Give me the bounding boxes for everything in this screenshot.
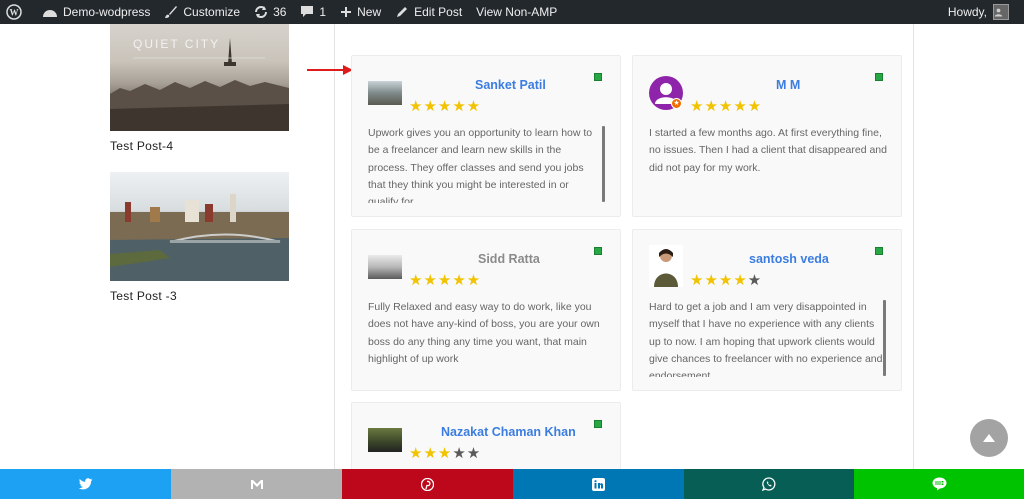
star-icon: ★★★★★ bbox=[690, 98, 763, 115]
brush-icon bbox=[165, 6, 178, 18]
reviewer-avatar bbox=[368, 81, 402, 105]
rating-stars: ★★★★★ bbox=[409, 446, 481, 461]
person-photo-icon bbox=[654, 249, 678, 287]
verified-badge-icon bbox=[594, 420, 602, 428]
customize-link[interactable]: Customize bbox=[157, 0, 247, 24]
whatsapp-icon bbox=[762, 477, 776, 491]
post-title[interactable]: Test Post-4 bbox=[110, 139, 290, 153]
verified-badge-icon bbox=[594, 73, 602, 81]
howdy-label: Howdy, bbox=[947, 5, 987, 19]
review-scrollbar[interactable] bbox=[602, 126, 605, 202]
share-email-button[interactable] bbox=[171, 469, 342, 499]
updates-count: 36 bbox=[273, 5, 287, 19]
share-pinterest-button[interactable] bbox=[342, 469, 513, 499]
line-icon bbox=[932, 477, 946, 491]
share-whatsapp-button[interactable] bbox=[684, 469, 854, 499]
plus-icon bbox=[341, 7, 352, 17]
arrow-up-icon bbox=[983, 434, 995, 442]
rating-stars: ★★★★★ bbox=[690, 273, 762, 288]
star-empty-icon: ★ bbox=[747, 272, 763, 289]
svg-text:W: W bbox=[10, 8, 19, 18]
comments-count: 1 bbox=[319, 5, 327, 19]
share-twitter-button[interactable] bbox=[0, 469, 171, 499]
user-avatar bbox=[993, 4, 1009, 20]
river-city-image bbox=[110, 194, 289, 281]
pencil-icon bbox=[397, 7, 408, 17]
wordpress-icon: W bbox=[6, 4, 22, 20]
review-text: Hard to get a job and I am very disappoi… bbox=[649, 301, 883, 377]
reviewer-name[interactable]: Sidd Ratta bbox=[478, 252, 540, 266]
reviewer-avatar: ★ bbox=[649, 76, 683, 110]
review-scrollbar[interactable] bbox=[883, 300, 886, 376]
verified-badge-icon bbox=[875, 73, 883, 81]
updates-link[interactable]: 36 bbox=[247, 0, 293, 24]
rating-stars: ★★★★★ bbox=[409, 99, 481, 114]
new-label: New bbox=[357, 5, 382, 19]
view-non-amp-label: View Non-AMP bbox=[476, 5, 558, 19]
star-empty-icon: ★★ bbox=[452, 445, 482, 462]
star-icon: ★★★★★ bbox=[409, 98, 482, 115]
share-line-button[interactable] bbox=[854, 469, 1024, 499]
column-divider bbox=[334, 24, 335, 469]
review-text: Fully Relaxed and easy way to do work, l… bbox=[368, 301, 600, 365]
social-share-bar bbox=[0, 469, 1024, 499]
thumb-watermark: QUIET CITY bbox=[133, 37, 221, 51]
share-linkedin-button[interactable] bbox=[513, 469, 684, 499]
star-icon: ★★★★★ bbox=[409, 272, 482, 289]
reviewer-name[interactable]: santosh veda bbox=[749, 252, 829, 266]
reviewer-name[interactable]: Sanket Patil bbox=[475, 78, 546, 92]
review-card: Sanket Patil ★★★★★ Upwork gives you an o… bbox=[351, 55, 621, 217]
view-non-amp-link[interactable]: View Non-AMP bbox=[469, 0, 564, 24]
my-account-link[interactable]: Howdy, bbox=[941, 0, 1024, 24]
back-to-top-button[interactable] bbox=[970, 419, 1008, 457]
email-icon bbox=[250, 479, 263, 489]
rating-stars: ★★★★★ bbox=[409, 273, 481, 288]
star-badge-icon: ★ bbox=[671, 98, 682, 109]
post-title[interactable]: Test Post -3 bbox=[110, 289, 290, 303]
edit-post-link[interactable]: Edit Post bbox=[388, 0, 469, 24]
post-thumbnail[interactable]: QUIET CITY bbox=[110, 24, 289, 131]
post-card-2[interactable]: Test Post -3 bbox=[110, 172, 290, 303]
site-name-label: Demo-wodpress bbox=[63, 5, 151, 19]
user-icon bbox=[994, 8, 1003, 17]
column-divider-right bbox=[913, 24, 914, 469]
reviewer-avatar bbox=[368, 255, 402, 279]
new-content-link[interactable]: New bbox=[333, 0, 388, 24]
review-card: santosh veda ★★★★★ Hard to get a job and… bbox=[632, 229, 902, 391]
review-card: Sidd Ratta ★★★★★ Fully Relaxed and easy … bbox=[351, 229, 621, 391]
comment-icon bbox=[301, 6, 314, 17]
review-text: I started a few months ago. At first eve… bbox=[649, 127, 887, 174]
edit-post-label: Edit Post bbox=[414, 5, 463, 19]
verified-badge-icon bbox=[875, 247, 883, 255]
star-icon: ★★★ bbox=[409, 445, 453, 462]
comments-link[interactable]: 1 bbox=[293, 0, 333, 24]
red-arrow-annotation bbox=[307, 65, 353, 75]
reviewer-name[interactable]: Nazakat Chaman Khan bbox=[441, 425, 576, 439]
post-thumbnail[interactable] bbox=[110, 172, 289, 281]
update-icon bbox=[255, 6, 268, 18]
pinterest-icon bbox=[421, 477, 434, 491]
rating-stars: ★★★★★ bbox=[690, 99, 762, 114]
verified-badge-icon bbox=[594, 247, 602, 255]
reviewer-name[interactable]: M M bbox=[776, 78, 800, 92]
site-name-link[interactable]: Demo-wodpress bbox=[35, 0, 157, 24]
reviewer-avatar bbox=[649, 245, 683, 287]
star-icon: ★★★★ bbox=[690, 272, 748, 289]
post-card-1[interactable]: QUIET CITY Test Post-4 bbox=[110, 24, 290, 153]
wordpress-menu[interactable]: W bbox=[0, 0, 35, 24]
reviewer-avatar bbox=[368, 428, 402, 452]
review-text: Upwork gives you an opportunity to learn… bbox=[368, 127, 593, 203]
dashboard-icon bbox=[43, 10, 57, 17]
review-card: ★ M M ★★★★★ I started a few months ago. … bbox=[632, 55, 902, 217]
twitter-icon bbox=[78, 478, 92, 490]
linkedin-icon bbox=[592, 477, 605, 491]
customize-label: Customize bbox=[183, 5, 241, 19]
admin-bar: W Demo-wodpress Customize 36 1 New Edit … bbox=[0, 0, 1024, 24]
